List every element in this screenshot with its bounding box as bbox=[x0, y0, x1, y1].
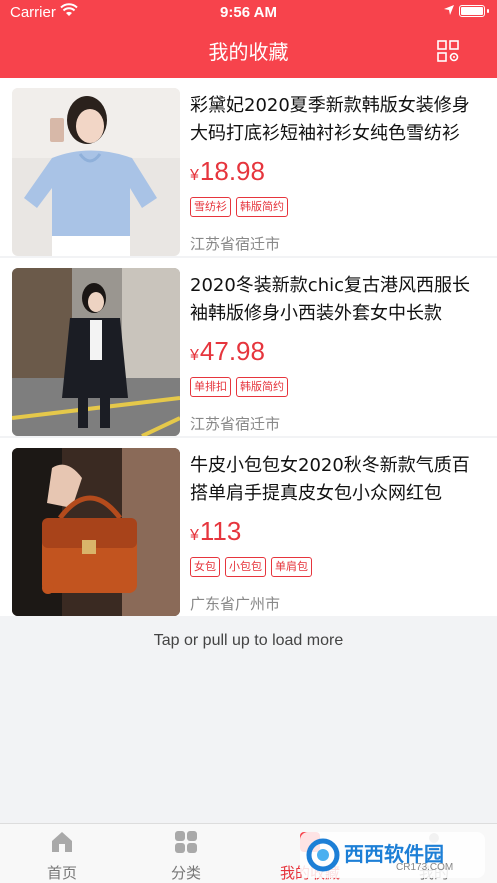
product-tag: 韩版简约 bbox=[236, 377, 288, 397]
clock-label: 9:56 AM bbox=[220, 4, 277, 21]
watermark-logo: 西西软件园 CR173.COM bbox=[300, 832, 485, 878]
tag-list: 雪纺衫 韩版简约 bbox=[190, 197, 288, 217]
product-price: ¥113 bbox=[190, 516, 242, 546]
home-icon bbox=[52, 832, 72, 852]
battery-icon bbox=[459, 5, 489, 17]
watermark-subtext: CR173.COM bbox=[396, 862, 454, 873]
product-tag: 小包包 bbox=[225, 557, 266, 577]
product-title[interactable]: 2020冬装新款chic复古港风西服长袖韩版修身小西装外套女中长款 bbox=[190, 272, 487, 328]
watermark-icon bbox=[306, 838, 340, 872]
tag-list: 单排扣 韩版简约 bbox=[190, 377, 288, 397]
tag-list: 女包 小包包 单肩包 bbox=[190, 557, 312, 577]
product-tag: 女包 bbox=[190, 557, 220, 577]
product-location: 江苏省宿迁市 bbox=[190, 415, 281, 433]
product-price: ¥47.98 bbox=[190, 336, 265, 366]
product-title[interactable]: 彩黛妃2020夏季新款韩版女装修身大码打底衫短袖衬衫女纯色雪纺衫 bbox=[190, 92, 487, 148]
product-image[interactable] bbox=[12, 268, 180, 436]
product-tag: 韩版简约 bbox=[236, 197, 288, 217]
tab-category[interactable]: 分类 bbox=[124, 824, 248, 883]
tab-label: 首页 bbox=[46, 864, 77, 882]
header-bar: Carrier 9:56 AM 我的收藏 bbox=[0, 0, 497, 78]
list-item[interactable]: 彩黛妃2020夏季新款韩版女装修身大码打底衫短袖衬衫女纯色雪纺衫 ¥18.98 … bbox=[0, 78, 497, 256]
list-item[interactable]: 牛皮小包包女2020秋冬新款气质百搭单肩手提真皮女包小众网红包 ¥113 女包 … bbox=[0, 438, 497, 616]
load-more-label[interactable]: Tap or pull up to load more bbox=[0, 632, 497, 650]
tab-label: 分类 bbox=[170, 864, 201, 882]
product-price: ¥18.98 bbox=[190, 156, 265, 186]
product-image[interactable] bbox=[12, 448, 180, 616]
product-image[interactable] bbox=[12, 88, 180, 256]
product-location: 广东省广州市 bbox=[190, 595, 281, 613]
product-tag: 雪纺衫 bbox=[190, 197, 231, 217]
qr-scan-icon[interactable] bbox=[437, 40, 459, 62]
page-title: 我的收藏 bbox=[208, 40, 289, 64]
product-location: 江苏省宿迁市 bbox=[190, 235, 281, 253]
location-arrow-icon bbox=[444, 5, 454, 15]
product-title[interactable]: 牛皮小包包女2020秋冬新款气质百搭单肩手提真皮女包小众网红包 bbox=[190, 452, 487, 508]
product-tag: 单肩包 bbox=[271, 557, 312, 577]
category-icon bbox=[175, 831, 197, 853]
status-bar: Carrier 9:56 AM bbox=[0, 0, 497, 26]
product-tag: 单排扣 bbox=[190, 377, 231, 397]
tab-home[interactable]: 首页 bbox=[0, 824, 124, 883]
list-item[interactable]: 2020冬装新款chic复古港风西服长袖韩版修身小西装外套女中长款 ¥47.98… bbox=[0, 258, 497, 436]
